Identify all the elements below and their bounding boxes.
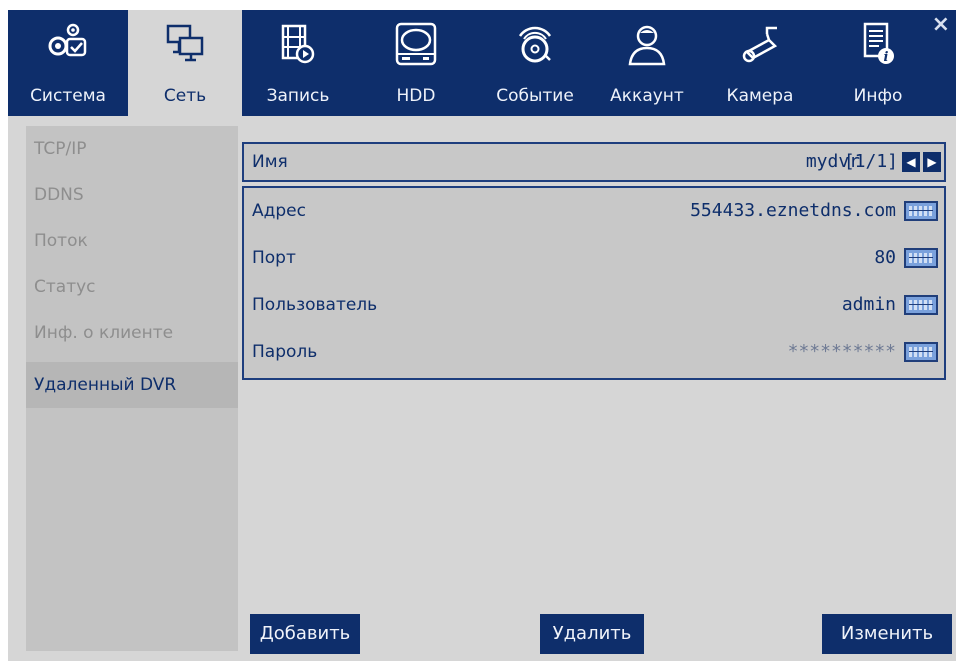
sidebar-item-status[interactable]: Статус <box>26 264 238 310</box>
top-tab-bar: Система Сеть Запись HDD Событие Аккаунт … <box>8 10 956 116</box>
settings-body: TCP/IP DDNS Поток Статус Инф. о клиенте … <box>8 116 956 661</box>
user-row: Пользователь admin <box>244 286 944 324</box>
user-value[interactable]: admin <box>842 286 896 324</box>
tab-hdd[interactable]: HDD <box>366 10 466 116</box>
tab-label: Аккаунт <box>610 86 684 106</box>
port-label: Порт <box>252 248 296 268</box>
tab-label: Сеть <box>163 86 207 106</box>
film-record-icon <box>281 24 315 64</box>
tab-account[interactable]: Аккаунт <box>594 10 700 116</box>
sidebar-item-tcpip[interactable]: TCP/IP <box>26 126 238 172</box>
network-sidebar: TCP/IP DDNS Поток Статус Инф. о клиенте … <box>26 126 238 651</box>
user-label: Пользователь <box>252 295 378 315</box>
remote-dvr-panel: Имя mydvr [1/1] ◀ ▶ Адрес 554433.eznetdn… <box>238 126 956 661</box>
gears-check-icon <box>48 23 87 57</box>
tab-event[interactable]: Событие <box>482 10 588 116</box>
address-value[interactable]: 554433.eznetdns.com <box>690 192 896 230</box>
tab-label: Событие <box>496 86 574 106</box>
settings-window: × Система Сеть Запись HDD Событие Аккаун… <box>8 10 956 661</box>
password-value[interactable]: ********** <box>788 333 896 371</box>
password-label: Пароль <box>252 342 318 362</box>
keyboard-icon[interactable] <box>904 342 938 362</box>
svg-text:i: i <box>884 50 889 65</box>
sidebar-item-stream[interactable]: Поток <box>26 218 238 264</box>
tab-label: Запись <box>266 86 330 106</box>
prev-page-button[interactable]: ◀ <box>902 152 920 172</box>
user-icon <box>628 25 666 66</box>
add-button[interactable]: Добавить <box>250 614 360 654</box>
tab-label: Инфо <box>853 86 903 106</box>
keyboard-icon[interactable] <box>904 201 938 221</box>
sidebar-item-ddns[interactable]: DDNS <box>26 172 238 218</box>
tab-system[interactable]: Система <box>8 10 128 116</box>
address-row: Адрес 554433.eznetdns.com <box>244 192 944 230</box>
page-indicator: [1/1] <box>843 151 898 172</box>
tab-network[interactable]: Сеть <box>128 10 242 116</box>
tab-label: Система <box>30 86 106 106</box>
sidebar-item-remote-dvr[interactable]: Удаленный DVR <box>26 362 238 408</box>
name-label: Имя <box>252 152 288 172</box>
address-label: Адрес <box>252 201 306 221</box>
password-row: Пароль ********** <box>244 333 944 371</box>
port-value[interactable]: 80 <box>874 239 896 277</box>
name-row-inner: Имя mydvr [1/1] ◀ ▶ <box>244 144 944 180</box>
delete-button[interactable]: Удалить <box>540 614 644 654</box>
port-row: Порт 80 <box>244 239 944 277</box>
network-monitors-icon <box>166 24 204 62</box>
tab-record[interactable]: Запись <box>248 10 348 116</box>
alarm-bell-icon <box>518 26 552 63</box>
keyboard-icon[interactable] <box>904 248 938 268</box>
dvr-name-row: Имя mydvr [1/1] ◀ ▶ <box>242 142 946 182</box>
tab-label: Камера <box>726 86 794 106</box>
keyboard-icon[interactable] <box>904 295 938 315</box>
sidebar-item-client-info[interactable]: Инф. о клиенте <box>26 310 238 356</box>
edit-button[interactable]: Изменить <box>822 614 952 654</box>
tab-label: HDD <box>396 86 436 106</box>
dvr-fields: Адрес 554433.eznetdns.com Порт 80 Пользо… <box>242 186 946 380</box>
tab-info[interactable]: i Инфо <box>828 10 928 116</box>
cctv-camera-icon <box>742 26 778 63</box>
tab-camera[interactable]: Камера <box>710 10 810 116</box>
document-info-icon: i <box>863 22 894 65</box>
hard-drive-icon <box>395 22 437 66</box>
next-page-button[interactable]: ▶ <box>923 152 941 172</box>
